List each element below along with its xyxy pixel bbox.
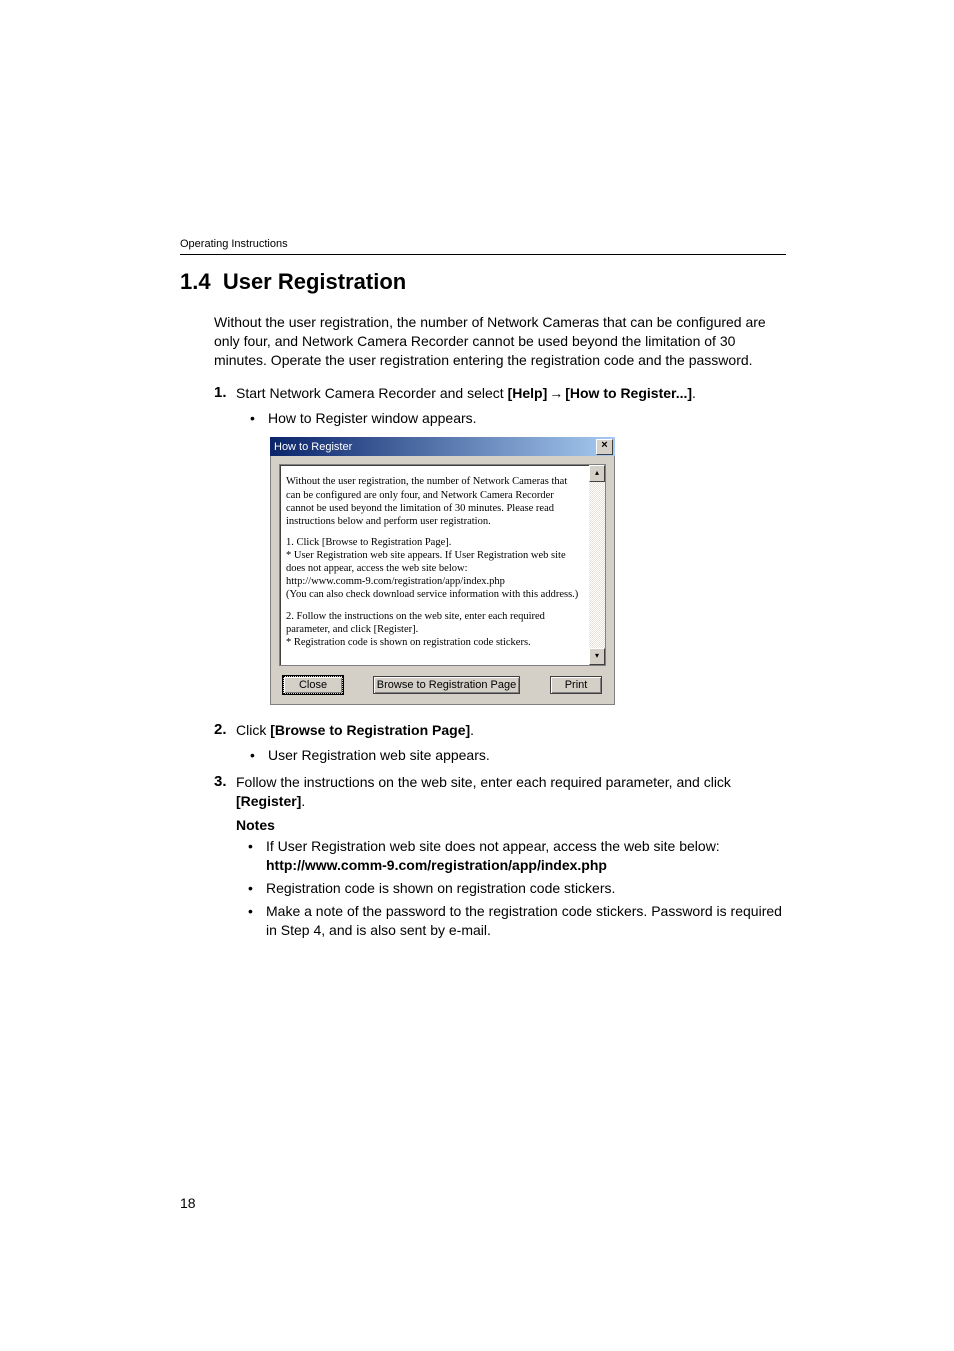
bullet-icon: • <box>250 409 268 428</box>
bullet-icon: • <box>248 879 266 898</box>
page-number: 18 <box>180 1195 196 1211</box>
notes-heading: Notes <box>180 817 786 833</box>
step-number: 1. <box>214 384 236 403</box>
note-2: • Registration code is shown on registra… <box>180 879 786 898</box>
step-body: Start Network Camera Recorder and select… <box>236 384 786 403</box>
scrollbar[interactable]: ▴ ▾ <box>589 465 605 665</box>
intro-paragraph: Without the user registration, the numbe… <box>180 313 786 370</box>
dialog-titlebar: How to Register × <box>270 437 615 456</box>
scroll-track[interactable] <box>589 482 605 648</box>
dialog-textpane: Without the user registration, the numbe… <box>279 464 606 666</box>
scroll-down-icon[interactable]: ▾ <box>589 648 605 665</box>
step-2-bullet: • User Registration web site appears. <box>180 746 786 765</box>
close-button[interactable]: Close <box>283 676 343 694</box>
how-to-register-dialog: How to Register × Without the user regis… <box>270 437 615 705</box>
arrow-icon: → <box>547 384 565 403</box>
step-3: 3. Follow the instructions on the web si… <box>180 773 786 811</box>
note-3: • Make a note of the password to the reg… <box>180 902 786 940</box>
step-body: Click [Browse to Registration Page]. <box>236 721 786 740</box>
section-heading: User Registration <box>223 269 406 294</box>
bullet-icon: • <box>248 837 266 875</box>
bullet-icon: • <box>250 746 268 765</box>
step-1: 1. Start Network Camera Recorder and sel… <box>180 384 786 403</box>
section-title: 1.4 User Registration <box>180 269 786 295</box>
running-header: Operating Instructions <box>180 238 786 250</box>
dialog-title: How to Register <box>274 441 596 453</box>
header-rule <box>180 254 786 255</box>
browse-to-registration-button[interactable]: Browse to Registration Page <box>373 676 520 694</box>
section-number: 1.4 <box>180 269 211 294</box>
print-button[interactable]: Print <box>550 676 602 694</box>
dialog-body: Without the user registration, the numbe… <box>270 456 615 705</box>
step-number: 3. <box>214 773 236 811</box>
close-icon[interactable]: × <box>596 439 613 455</box>
step-body: Follow the instructions on the web site,… <box>236 773 786 811</box>
dialog-button-row: Close Browse to Registration Page Print <box>279 676 606 694</box>
note-1: • If User Registration web site does not… <box>180 837 786 875</box>
dialog-text: Without the user registration, the numbe… <box>280 465 589 665</box>
step-2: 2. Click [Browse to Registration Page]. <box>180 721 786 740</box>
bullet-icon: • <box>248 902 266 940</box>
step-number: 2. <box>214 721 236 740</box>
step-1-bullet: • How to Register window appears. <box>180 409 786 428</box>
scroll-up-icon[interactable]: ▴ <box>589 465 605 482</box>
